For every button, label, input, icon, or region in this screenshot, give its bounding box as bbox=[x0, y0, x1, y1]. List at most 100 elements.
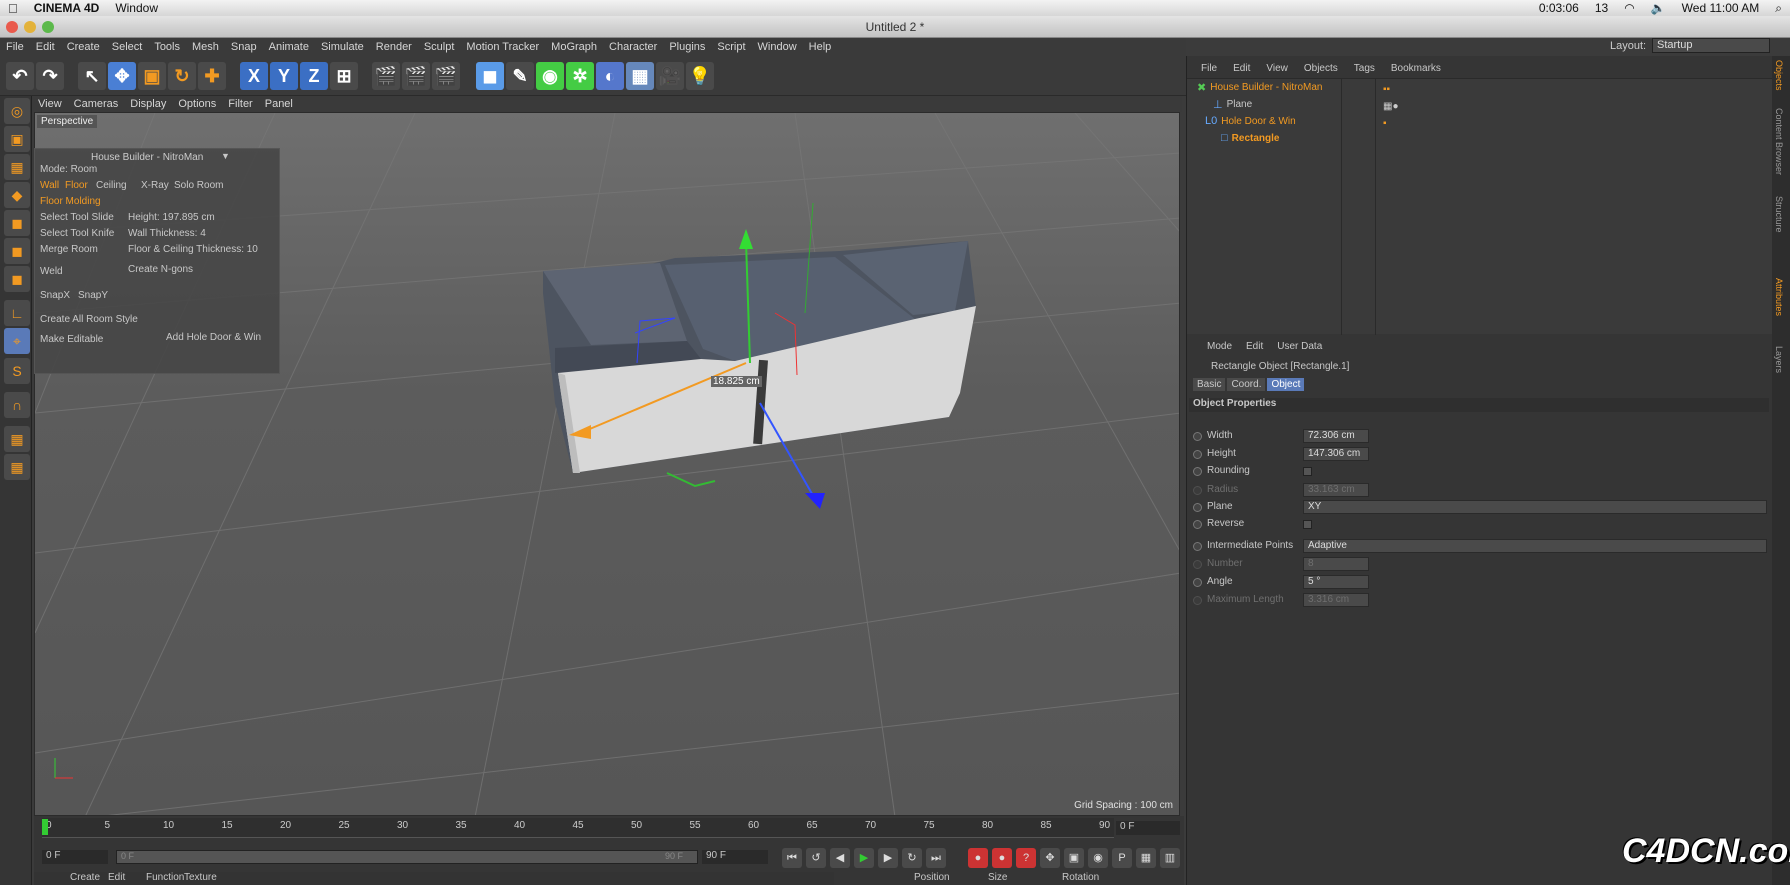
objects-menu-view[interactable]: View bbox=[1266, 63, 1288, 74]
ceiling-option[interactable]: Ceiling bbox=[96, 180, 127, 191]
model-mode-icon[interactable]: ▣ bbox=[4, 126, 30, 152]
tab-basic[interactable]: Basic bbox=[1193, 378, 1226, 391]
menu-edit[interactable]: Edit bbox=[36, 41, 55, 53]
menu-create[interactable]: Create bbox=[67, 41, 100, 53]
start-frame-field[interactable]: 0 F bbox=[42, 850, 108, 864]
solo-room-option[interactable]: Solo Room bbox=[174, 180, 223, 191]
layout-select[interactable]: Startup bbox=[1652, 38, 1770, 53]
viewport-menu-options[interactable]: Options bbox=[178, 98, 216, 110]
light-icon[interactable]: 💡 bbox=[686, 62, 714, 90]
scale-key-icon[interactable]: ▣ bbox=[1064, 848, 1084, 868]
height-field[interactable]: 147.306 cm bbox=[1303, 447, 1369, 461]
pen-spline-icon[interactable]: ✎ bbox=[506, 62, 534, 90]
range-slider[interactable]: 0 F 90 F bbox=[116, 850, 698, 864]
add-hole-door-win-button[interactable]: Add Hole Door & Win bbox=[166, 332, 261, 343]
object-plane[interactable]: ⊥ Plane bbox=[1213, 98, 1252, 111]
menu-motion-tracker[interactable]: Motion Tracker bbox=[466, 41, 539, 53]
reverse-checkbox[interactable] bbox=[1303, 520, 1312, 529]
intermediate-points-select[interactable]: Adaptive bbox=[1303, 539, 1767, 553]
go-start-icon[interactable]: ⏮ bbox=[782, 848, 802, 868]
menu-help[interactable]: Help bbox=[809, 41, 832, 53]
rotate-icon[interactable]: ↻ bbox=[168, 62, 196, 90]
reverse-radio[interactable] bbox=[1193, 520, 1202, 529]
render-settings-icon[interactable]: 🎬 bbox=[432, 62, 460, 90]
cube-icon[interactable]: ◼ bbox=[476, 62, 504, 90]
material-menu-edit[interactable]: Edit bbox=[108, 872, 125, 883]
apple-icon[interactable]:  bbox=[8, 1, 18, 16]
magnet-icon[interactable]: ∩ bbox=[4, 392, 30, 418]
object-hole-door-win[interactable]: L0 Hole Door & Win bbox=[1205, 115, 1296, 127]
window-menu[interactable]: Window bbox=[115, 1, 158, 15]
snap-icon[interactable]: S bbox=[4, 358, 30, 384]
workplane-icon[interactable]: ◆ bbox=[4, 182, 30, 208]
next-frame-icon[interactable]: ▶ bbox=[878, 848, 898, 868]
side-tab-layers[interactable]: Layers bbox=[1774, 346, 1784, 373]
maximum-length-field[interactable]: 3.316 cm bbox=[1303, 593, 1369, 607]
side-tab-structure[interactable]: Structure bbox=[1774, 196, 1784, 233]
viewport-menu-display[interactable]: Display bbox=[130, 98, 166, 110]
object-house-builder[interactable]: ✖ House Builder - NitroMan bbox=[1197, 81, 1322, 94]
material-menu-create[interactable]: Create bbox=[70, 872, 100, 883]
objects-menu-tags[interactable]: Tags bbox=[1354, 63, 1375, 74]
points-mode-icon[interactable]: ◼ bbox=[4, 210, 30, 236]
rounding-checkbox[interactable] bbox=[1303, 467, 1312, 476]
planar-workplane-icon[interactable]: ▦ bbox=[4, 454, 30, 480]
autokey-icon[interactable]: ● bbox=[992, 848, 1012, 868]
locked-workplane-icon[interactable]: ▦ bbox=[4, 426, 30, 452]
floor-icon[interactable]: ▦ bbox=[626, 62, 654, 90]
world-coord-icon[interactable]: ⊞ bbox=[330, 62, 358, 90]
floor-ceiling-thickness-field[interactable]: Floor & Ceiling Thickness: 10 bbox=[128, 244, 258, 255]
object-manager[interactable]: ✖ House Builder - NitroMan ⊥ Plane L0 Hole … bbox=[1187, 78, 1773, 335]
maximum-length-radio[interactable] bbox=[1193, 596, 1202, 605]
menu-select[interactable]: Select bbox=[112, 41, 143, 53]
edges-mode-icon[interactable]: ◼ bbox=[4, 238, 30, 264]
side-tab-attributes[interactable]: Attributes bbox=[1774, 278, 1784, 316]
plane-select[interactable]: XY bbox=[1303, 500, 1767, 514]
xray-option[interactable]: X-Ray bbox=[141, 180, 169, 191]
chevron-down-icon[interactable]: ▼ bbox=[221, 151, 230, 161]
menu-sculpt[interactable]: Sculpt bbox=[424, 41, 455, 53]
loop-forward-icon[interactable]: ↻ bbox=[902, 848, 922, 868]
tab-coord[interactable]: Coord. bbox=[1227, 378, 1266, 391]
attributes-menu-edit[interactable]: Edit bbox=[1246, 341, 1263, 352]
viewport-menu-view[interactable]: View bbox=[38, 98, 62, 110]
tab-object[interactable]: Object bbox=[1267, 378, 1305, 391]
floor-option[interactable]: Floor bbox=[65, 180, 88, 191]
camera-icon[interactable]: 🎥 bbox=[656, 62, 684, 90]
search-icon[interactable]: ⌕ bbox=[1775, 1, 1782, 16]
menu-plugins[interactable]: Plugins bbox=[669, 41, 705, 53]
intermediate-points-radio[interactable] bbox=[1193, 542, 1202, 551]
height-radio[interactable] bbox=[1193, 450, 1202, 459]
create-all-room-style-button[interactable]: Create All Room Style bbox=[40, 314, 138, 325]
menu-character[interactable]: Character bbox=[609, 41, 657, 53]
x-axis-icon[interactable]: X bbox=[240, 62, 268, 90]
go-end-icon[interactable]: ⏭ bbox=[926, 848, 946, 868]
redo-icon[interactable]: ↷ bbox=[36, 62, 64, 90]
menu-snap[interactable]: Snap bbox=[231, 41, 257, 53]
side-tab-objects[interactable]: Objects bbox=[1774, 60, 1784, 91]
playhead[interactable] bbox=[42, 819, 48, 835]
house-builder-title[interactable]: House Builder - NitroMan bbox=[91, 152, 203, 163]
app-menu[interactable]: CINEMA 4D bbox=[34, 1, 100, 15]
end-frame-field[interactable]: 90 F bbox=[702, 850, 768, 864]
viewport-menu-panel[interactable]: Panel bbox=[265, 98, 293, 110]
objects-menu-objects[interactable]: Objects bbox=[1304, 63, 1338, 74]
record-icon[interactable]: ● bbox=[968, 848, 988, 868]
deformer-icon[interactable]: ◐ bbox=[596, 62, 624, 90]
current-frame-field[interactable]: 0 F bbox=[1116, 821, 1180, 835]
material-menu-function[interactable]: Function bbox=[146, 872, 184, 883]
menu-tools[interactable]: Tools bbox=[154, 41, 180, 53]
height-field[interactable]: Height: 197.895 cm bbox=[128, 212, 215, 223]
number-radio[interactable] bbox=[1193, 560, 1202, 569]
tag-icons[interactable]: ▪▪ ▦● ▪ bbox=[1383, 81, 1399, 132]
enable-axis-icon[interactable]: ∟ bbox=[4, 300, 30, 326]
objects-menu-bookmarks[interactable]: Bookmarks bbox=[1391, 63, 1441, 74]
array-icon[interactable]: ✲ bbox=[566, 62, 594, 90]
menu-mograph[interactable]: MoGraph bbox=[551, 41, 597, 53]
menu-render[interactable]: Render bbox=[376, 41, 412, 53]
pla-key-icon[interactable]: ▦ bbox=[1136, 848, 1156, 868]
menu-simulate[interactable]: Simulate bbox=[321, 41, 364, 53]
side-tab-content-browser[interactable]: Content Browser bbox=[1774, 108, 1784, 175]
render-view-icon[interactable]: 🎬 bbox=[372, 62, 400, 90]
plane-radio[interactable] bbox=[1193, 503, 1202, 512]
